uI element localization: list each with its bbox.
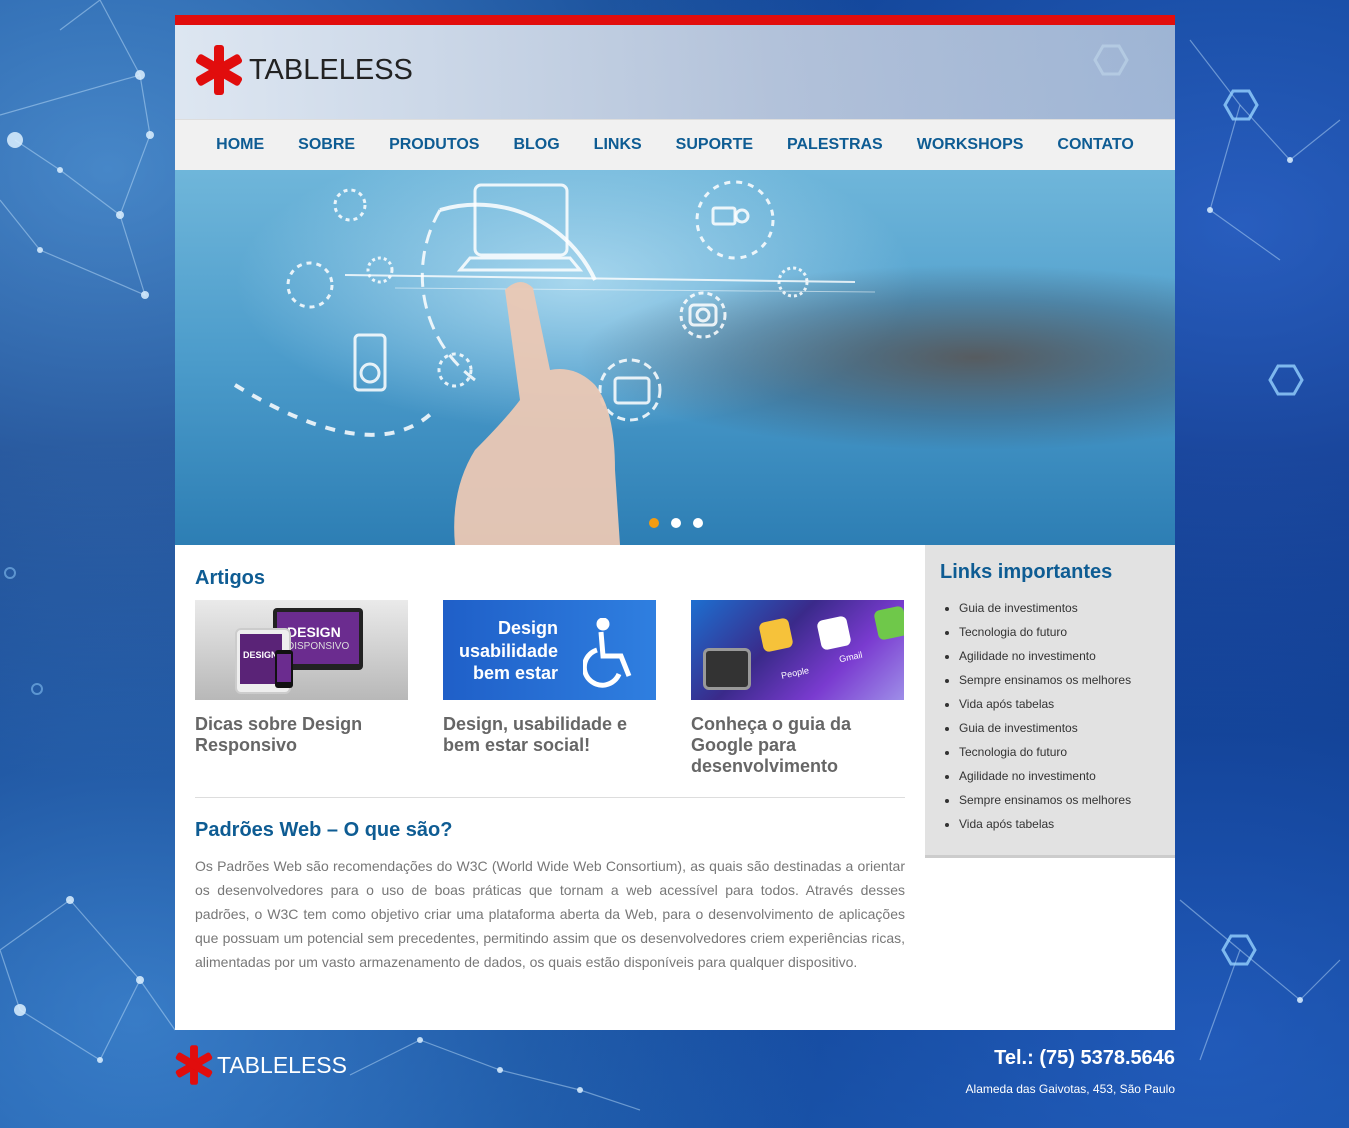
nav-produtos[interactable]: PRODUTOS: [372, 136, 496, 154]
thumb-google: People Gmail: [691, 600, 904, 700]
nav-palestras[interactable]: PALESTRAS: [770, 136, 900, 154]
footer-phone: Tel.: (75) 5378.5646: [994, 1047, 1175, 1069]
thumb-text-design-2: Design: [497, 618, 558, 638]
article-card-design-responsivo[interactable]: DESIGN DISPONSIVO DESIGN Dicas sobre Des…: [195, 600, 408, 777]
footer-logo[interactable]: TABLELESS: [175, 1045, 347, 1085]
thumb-text-gmail: Gmail: [838, 649, 864, 665]
nav-links[interactable]: LINKS: [577, 136, 659, 154]
sidebar-link[interactable]: Guia de investimentos: [959, 716, 1175, 740]
slider-dot-2[interactable]: [671, 518, 681, 528]
logo-text: TABLELESS: [249, 53, 413, 86]
nav-suporte[interactable]: SUPORTE: [659, 136, 770, 154]
site-header: TABLELESS: [175, 25, 1175, 119]
article-heading[interactable]: Padrões Web – O que são?: [195, 819, 905, 842]
sidebar-link[interactable]: Tecnologia do futuro: [959, 620, 1175, 644]
sidebar-link[interactable]: Agilidade no investimento: [959, 644, 1175, 668]
sidebar-heading: Links importantes: [940, 561, 1113, 583]
asterisk-logo-icon: [195, 45, 243, 95]
thumb-text-people: People: [780, 665, 810, 681]
site-footer: TABLELESS Tel.: (75) 5378.5646 Alameda d…: [175, 1045, 1175, 1105]
tv-icon: [613, 376, 651, 405]
section-divider: [195, 797, 905, 798]
content-area: Artigos DESIGN DISPONSIVO DESIGN Dicas s…: [175, 545, 1175, 1030]
site-logo[interactable]: TABLELESS: [195, 45, 413, 95]
slider-dot-3[interactable]: [693, 518, 703, 528]
card-title[interactable]: Dicas sobre Design Responsivo: [195, 714, 408, 756]
nav-blog[interactable]: BLOG: [496, 136, 576, 154]
sidebar-link[interactable]: Agilidade no investimento: [959, 764, 1175, 788]
article-card-usabilidade[interactable]: Design usabilidade bem estar Design, usa…: [443, 600, 656, 777]
top-accent-bar: [175, 15, 1175, 25]
nav-sobre[interactable]: SOBRE: [281, 136, 372, 154]
article-card-google[interactable]: People Gmail Conheça o guia da Google pa…: [691, 600, 904, 777]
thumb-text-bem-estar: bem estar: [472, 663, 558, 683]
article-body: Os Padrões Web são recomendações do W3C …: [195, 858, 905, 970]
thumb-design-responsivo: DESIGN DISPONSIVO DESIGN: [195, 600, 408, 700]
footer-address: Alameda das Gaivotas, 453, São Paulo: [965, 1082, 1175, 1096]
sidebar-link[interactable]: Vida após tabelas: [959, 812, 1175, 836]
thumb-text-usabilidade: usabilidade: [458, 641, 558, 661]
footer-logo-text: TABLELESS: [217, 1051, 347, 1078]
sidebar-links: Links importantes Guia de investimentos …: [925, 545, 1175, 858]
nav-contato[interactable]: CONTATO: [1040, 136, 1150, 154]
hero-slider[interactable]: [175, 170, 1175, 545]
slider-dots: [649, 518, 703, 528]
card-title[interactable]: Conheça o guia da Google para desenvolvi…: [691, 714, 904, 777]
hand-pointing: [454, 281, 620, 545]
sidebar-link-list: Guia de investimentos Tecnologia do futu…: [925, 596, 1175, 836]
thumb-text-design: DESIGN: [287, 624, 341, 640]
page-container: TABLELESS HOME SOBRE PRODUTOS BLOG LINKS…: [175, 15, 1175, 1030]
main-column: Artigos DESIGN DISPONSIVO DESIGN Dicas s…: [195, 545, 905, 974]
sidebar-link[interactable]: Sempre ensinamos os melhores: [959, 668, 1175, 692]
nav-home[interactable]: HOME: [199, 136, 281, 154]
asterisk-logo-icon: [175, 1045, 213, 1085]
slider-dot-1[interactable]: [649, 518, 659, 528]
main-navigation: HOME SOBRE PRODUTOS BLOG LINKS SUPORTE P…: [175, 119, 1175, 170]
card-title[interactable]: Design, usabilidade e bem estar social!: [443, 714, 656, 756]
hero-illustration: [233, 180, 876, 545]
sidebar-link[interactable]: Guia de investimentos: [959, 596, 1175, 620]
camcorder-icon: [711, 206, 737, 226]
wheelchair-icon: [583, 618, 632, 688]
thumb-text-disponsivo: DISPONSIVO: [287, 641, 350, 652]
sidebar-link[interactable]: Vida após tabelas: [959, 692, 1175, 716]
nav-workshops[interactable]: WORKSHOPS: [900, 136, 1041, 154]
laptop-icon: [473, 183, 569, 257]
article-cards: DESIGN DISPONSIVO DESIGN Dicas sobre Des…: [195, 600, 905, 777]
sidebar-link[interactable]: Sempre ensinamos os melhores: [959, 788, 1175, 812]
sidebar-link[interactable]: Tecnologia do futuro: [959, 740, 1175, 764]
thumb-text-design-tablet: DESIGN: [243, 650, 278, 660]
thumb-usabilidade: Design usabilidade bem estar: [443, 600, 656, 700]
artigos-heading: Artigos: [195, 567, 265, 589]
